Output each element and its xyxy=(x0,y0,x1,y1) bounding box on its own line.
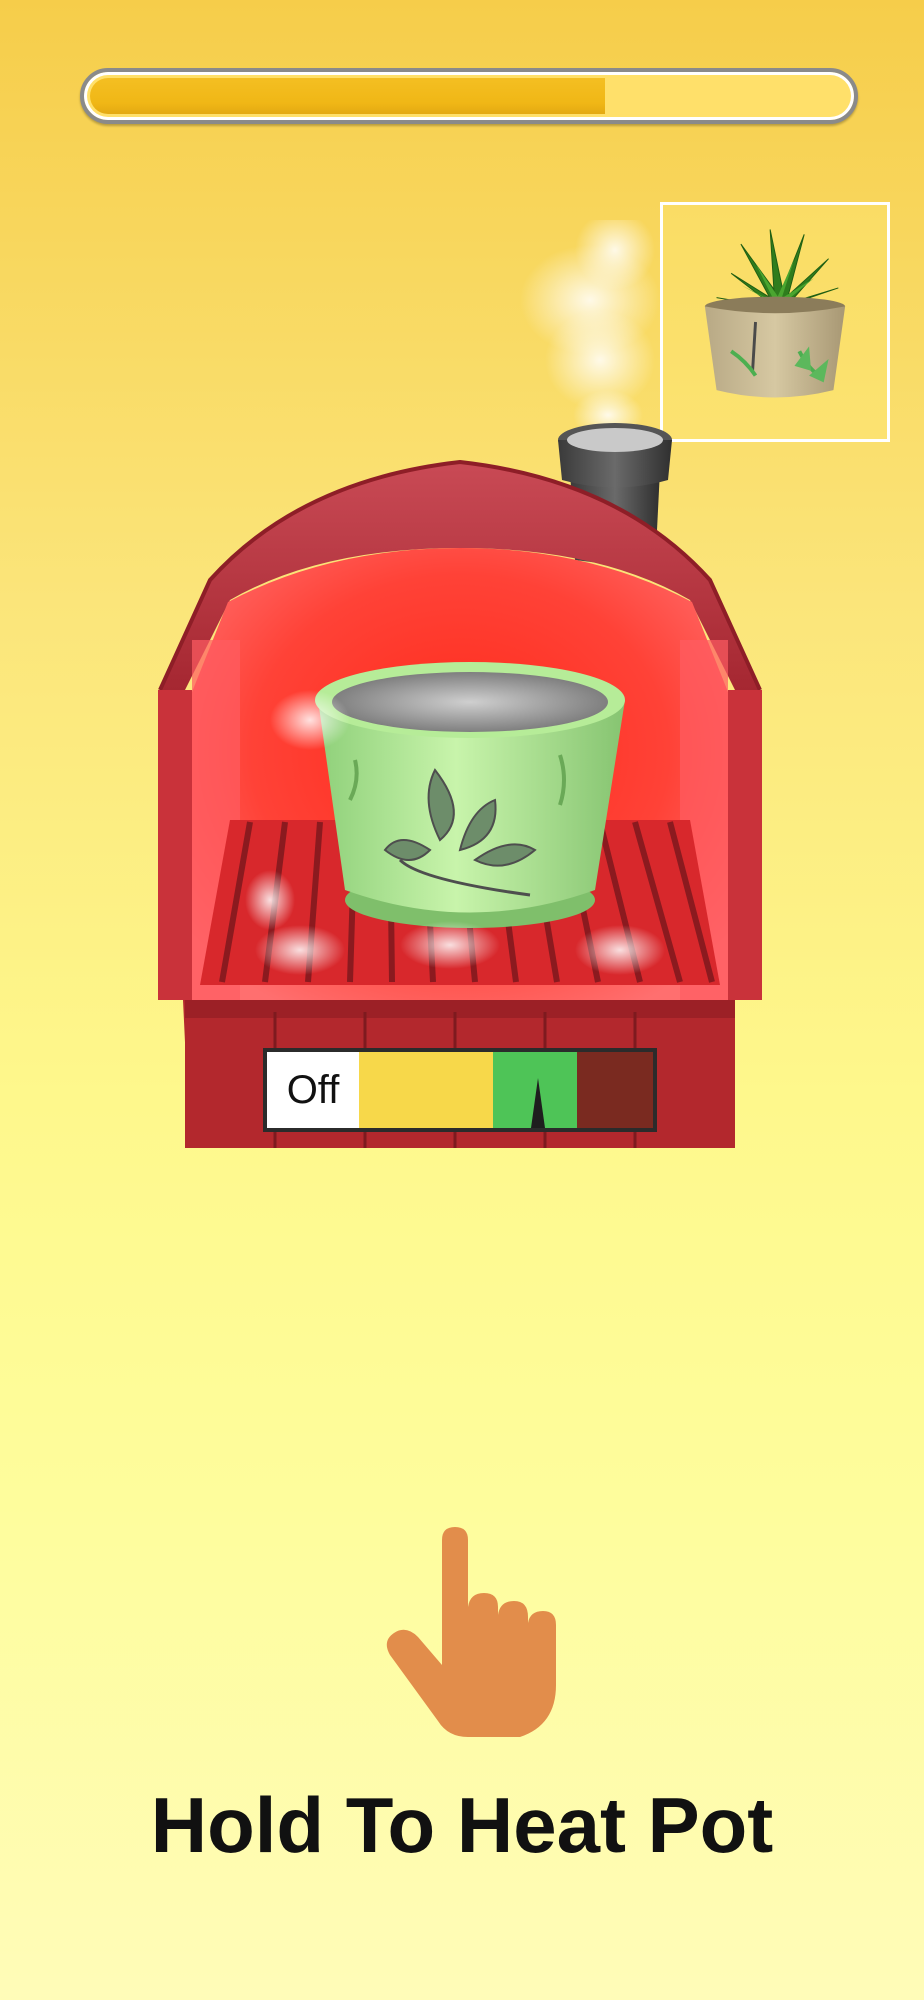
level-progress-fill xyxy=(90,78,605,114)
instruction-text: Hold To Heat Pot xyxy=(150,1781,774,1869)
clay-pot xyxy=(315,662,625,928)
game-screen[interactable]: Off Hold To Heat Pot xyxy=(0,0,924,2000)
kiln-scene[interactable] xyxy=(0,220,924,1170)
level-progress-bar xyxy=(80,68,858,124)
gauge-off-zone: Off xyxy=(267,1052,359,1128)
tap-hand-icon[interactable] xyxy=(380,1525,560,1740)
gauge-needle xyxy=(531,1078,545,1128)
gauge-off-label: Off xyxy=(286,1067,340,1112)
gauge-warm-zone xyxy=(359,1052,493,1128)
steam-icon xyxy=(520,220,660,440)
gauge-ideal-zone xyxy=(493,1052,577,1128)
heat-gauge: Off xyxy=(263,1048,657,1132)
gauge-overheat-zone xyxy=(577,1052,653,1128)
